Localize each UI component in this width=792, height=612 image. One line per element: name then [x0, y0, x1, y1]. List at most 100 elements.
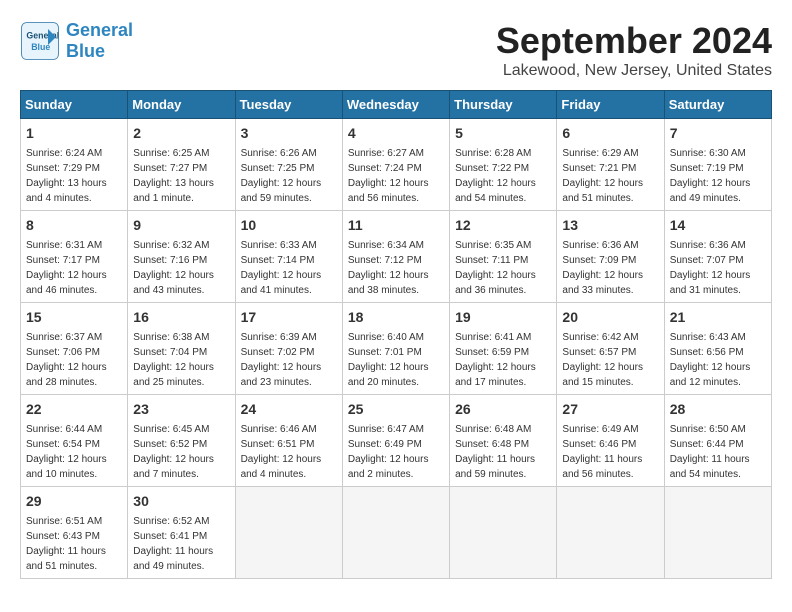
day-number: 30: [133, 491, 229, 512]
day-info: Sunrise: 6:36 AMSunset: 7:09 PMDaylight:…: [562, 238, 658, 298]
day-number: 17: [241, 307, 337, 328]
day-cell: 8Sunrise: 6:31 AMSunset: 7:17 PMDaylight…: [21, 211, 128, 303]
day-cell: 17Sunrise: 6:39 AMSunset: 7:02 PMDayligh…: [235, 303, 342, 395]
day-info: Sunrise: 6:45 AMSunset: 6:52 PMDaylight:…: [133, 422, 229, 482]
day-number: 28: [670, 399, 766, 420]
day-cell: 30Sunrise: 6:52 AMSunset: 6:41 PMDayligh…: [128, 487, 235, 579]
day-info: Sunrise: 6:46 AMSunset: 6:51 PMDaylight:…: [241, 422, 337, 482]
day-info: Sunrise: 6:32 AMSunset: 7:16 PMDaylight:…: [133, 238, 229, 298]
day-number: 18: [348, 307, 444, 328]
week-row-1: 1Sunrise: 6:24 AMSunset: 7:29 PMDaylight…: [21, 119, 772, 211]
day-number: 5: [455, 123, 551, 144]
header-saturday: Saturday: [664, 91, 771, 119]
day-info: Sunrise: 6:38 AMSunset: 7:04 PMDaylight:…: [133, 330, 229, 390]
day-cell: 6Sunrise: 6:29 AMSunset: 7:21 PMDaylight…: [557, 119, 664, 211]
day-info: Sunrise: 6:49 AMSunset: 6:46 PMDaylight:…: [562, 422, 658, 482]
day-number: 19: [455, 307, 551, 328]
day-cell: 23Sunrise: 6:45 AMSunset: 6:52 PMDayligh…: [128, 395, 235, 487]
day-number: 14: [670, 215, 766, 236]
day-cell: 18Sunrise: 6:40 AMSunset: 7:01 PMDayligh…: [342, 303, 449, 395]
day-cell: 24Sunrise: 6:46 AMSunset: 6:51 PMDayligh…: [235, 395, 342, 487]
day-info: Sunrise: 6:28 AMSunset: 7:22 PMDaylight:…: [455, 146, 551, 206]
day-cell: [235, 487, 342, 579]
day-number: 9: [133, 215, 229, 236]
day-number: 2: [133, 123, 229, 144]
day-info: Sunrise: 6:36 AMSunset: 7:07 PMDaylight:…: [670, 238, 766, 298]
day-number: 16: [133, 307, 229, 328]
logo-icon: General Blue: [20, 21, 60, 61]
day-info: Sunrise: 6:43 AMSunset: 6:56 PMDaylight:…: [670, 330, 766, 390]
day-number: 26: [455, 399, 551, 420]
day-number: 20: [562, 307, 658, 328]
header-friday: Friday: [557, 91, 664, 119]
day-info: Sunrise: 6:37 AMSunset: 7:06 PMDaylight:…: [26, 330, 122, 390]
header-tuesday: Tuesday: [235, 91, 342, 119]
day-info: Sunrise: 6:27 AMSunset: 7:24 PMDaylight:…: [348, 146, 444, 206]
day-info: Sunrise: 6:50 AMSunset: 6:44 PMDaylight:…: [670, 422, 766, 482]
day-info: Sunrise: 6:34 AMSunset: 7:12 PMDaylight:…: [348, 238, 444, 298]
day-cell: 5Sunrise: 6:28 AMSunset: 7:22 PMDaylight…: [450, 119, 557, 211]
day-cell: 29Sunrise: 6:51 AMSunset: 6:43 PMDayligh…: [21, 487, 128, 579]
day-number: 11: [348, 215, 444, 236]
day-number: 1: [26, 123, 122, 144]
logo: General Blue General Blue: [20, 20, 133, 62]
day-info: Sunrise: 6:24 AMSunset: 7:29 PMDaylight:…: [26, 146, 122, 206]
day-cell: 3Sunrise: 6:26 AMSunset: 7:25 PMDaylight…: [235, 119, 342, 211]
day-number: 27: [562, 399, 658, 420]
day-cell: 21Sunrise: 6:43 AMSunset: 6:56 PMDayligh…: [664, 303, 771, 395]
day-info: Sunrise: 6:35 AMSunset: 7:11 PMDaylight:…: [455, 238, 551, 298]
day-info: Sunrise: 6:47 AMSunset: 6:49 PMDaylight:…: [348, 422, 444, 482]
logo-line1: General: [66, 20, 133, 40]
day-cell: [342, 487, 449, 579]
day-cell: 2Sunrise: 6:25 AMSunset: 7:27 PMDaylight…: [128, 119, 235, 211]
day-cell: [664, 487, 771, 579]
day-cell: 1Sunrise: 6:24 AMSunset: 7:29 PMDaylight…: [21, 119, 128, 211]
day-number: 8: [26, 215, 122, 236]
day-cell: 4Sunrise: 6:27 AMSunset: 7:24 PMDaylight…: [342, 119, 449, 211]
day-cell: 22Sunrise: 6:44 AMSunset: 6:54 PMDayligh…: [21, 395, 128, 487]
logo-line2: Blue: [66, 41, 105, 61]
day-number: 23: [133, 399, 229, 420]
day-number: 15: [26, 307, 122, 328]
day-info: Sunrise: 6:29 AMSunset: 7:21 PMDaylight:…: [562, 146, 658, 206]
week-row-3: 15Sunrise: 6:37 AMSunset: 7:06 PMDayligh…: [21, 303, 772, 395]
day-number: 13: [562, 215, 658, 236]
day-number: 12: [455, 215, 551, 236]
header-monday: Monday: [128, 91, 235, 119]
logo-text: General Blue: [66, 20, 133, 62]
day-cell: 15Sunrise: 6:37 AMSunset: 7:06 PMDayligh…: [21, 303, 128, 395]
day-number: 25: [348, 399, 444, 420]
day-cell: 25Sunrise: 6:47 AMSunset: 6:49 PMDayligh…: [342, 395, 449, 487]
calendar-table: SundayMondayTuesdayWednesdayThursdayFrid…: [20, 90, 772, 579]
day-cell: 7Sunrise: 6:30 AMSunset: 7:19 PMDaylight…: [664, 119, 771, 211]
day-cell: [450, 487, 557, 579]
day-info: Sunrise: 6:42 AMSunset: 6:57 PMDaylight:…: [562, 330, 658, 390]
day-cell: 11Sunrise: 6:34 AMSunset: 7:12 PMDayligh…: [342, 211, 449, 303]
day-number: 3: [241, 123, 337, 144]
location-title: Lakewood, New Jersey, United States: [496, 62, 772, 80]
day-info: Sunrise: 6:48 AMSunset: 6:48 PMDaylight:…: [455, 422, 551, 482]
day-info: Sunrise: 6:51 AMSunset: 6:43 PMDaylight:…: [26, 514, 122, 574]
day-info: Sunrise: 6:33 AMSunset: 7:14 PMDaylight:…: [241, 238, 337, 298]
day-info: Sunrise: 6:30 AMSunset: 7:19 PMDaylight:…: [670, 146, 766, 206]
day-info: Sunrise: 6:44 AMSunset: 6:54 PMDaylight:…: [26, 422, 122, 482]
header-sunday: Sunday: [21, 91, 128, 119]
day-number: 22: [26, 399, 122, 420]
week-row-5: 29Sunrise: 6:51 AMSunset: 6:43 PMDayligh…: [21, 487, 772, 579]
week-row-4: 22Sunrise: 6:44 AMSunset: 6:54 PMDayligh…: [21, 395, 772, 487]
header-wednesday: Wednesday: [342, 91, 449, 119]
month-title: September 2024: [496, 20, 772, 62]
day-cell: 12Sunrise: 6:35 AMSunset: 7:11 PMDayligh…: [450, 211, 557, 303]
calendar-header-row: SundayMondayTuesdayWednesdayThursdayFrid…: [21, 91, 772, 119]
day-info: Sunrise: 6:25 AMSunset: 7:27 PMDaylight:…: [133, 146, 229, 206]
day-info: Sunrise: 6:26 AMSunset: 7:25 PMDaylight:…: [241, 146, 337, 206]
day-cell: [557, 487, 664, 579]
day-number: 7: [670, 123, 766, 144]
day-cell: 28Sunrise: 6:50 AMSunset: 6:44 PMDayligh…: [664, 395, 771, 487]
week-row-2: 8Sunrise: 6:31 AMSunset: 7:17 PMDaylight…: [21, 211, 772, 303]
day-cell: 14Sunrise: 6:36 AMSunset: 7:07 PMDayligh…: [664, 211, 771, 303]
header: General Blue General Blue September 2024…: [20, 20, 772, 80]
day-cell: 19Sunrise: 6:41 AMSunset: 6:59 PMDayligh…: [450, 303, 557, 395]
header-thursday: Thursday: [450, 91, 557, 119]
day-cell: 9Sunrise: 6:32 AMSunset: 7:16 PMDaylight…: [128, 211, 235, 303]
